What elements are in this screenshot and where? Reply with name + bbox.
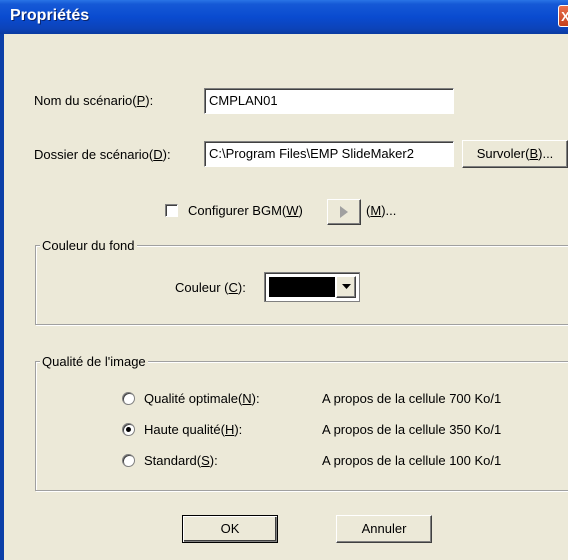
color-select[interactable] [264,272,360,302]
high-quality-label: Haute qualité(H): [144,422,243,437]
ok-button[interactable]: OK [182,515,278,543]
bgm-label: Configurer BGM(W) [188,203,303,218]
image-quality-group-label: Qualité de l'image [40,354,148,369]
dropdown-button[interactable] [336,276,356,298]
scenario-name-input[interactable]: CMPLAN01 [204,88,454,114]
standard-quality-label: Standard(S): [144,453,218,468]
optimal-quality-description: A propos de la cellule 700 Ko/1 [322,391,502,406]
high-quality-description: A propos de la cellule 350 Ko/1 [322,422,502,437]
optimal-quality-label: Qualité optimale(N): [144,391,260,406]
bgm-checkbox[interactable] [165,204,178,217]
bgm-music-link[interactable]: (M)... [366,203,396,218]
standard-quality-description: A propos de la cellule 100 Ko/1 [322,453,502,468]
bgm-play-button[interactable] [327,199,361,225]
window-title: Propriétés [10,7,90,24]
color-swatch [269,277,335,297]
background-color-group-label: Couleur du fond [40,238,137,253]
play-icon [340,206,348,218]
scenario-folder-input[interactable]: C:\Program Files\EMP SlideMaker2 [204,141,454,167]
cancel-button[interactable]: Annuler [336,515,432,543]
title-bar[interactable]: Propriétés X [0,0,568,34]
scenario-folder-label: Dossier de scénario(D): [34,147,171,162]
chevron-down-icon [341,284,351,289]
close-icon: X [561,9,568,24]
close-button[interactable]: X [558,5,568,27]
browse-button[interactable]: Survoler(B)... [462,140,568,168]
radio-optimal-quality[interactable] [122,392,135,405]
radio-standard-quality[interactable] [122,454,135,467]
color-label: Couleur (C): [175,280,246,295]
properties-dialog: Propriétés X Nom du scénario(P): CMPLAN0… [0,0,568,560]
scenario-name-label: Nom du scénario(P): [34,93,154,108]
radio-high-quality[interactable] [122,423,135,436]
